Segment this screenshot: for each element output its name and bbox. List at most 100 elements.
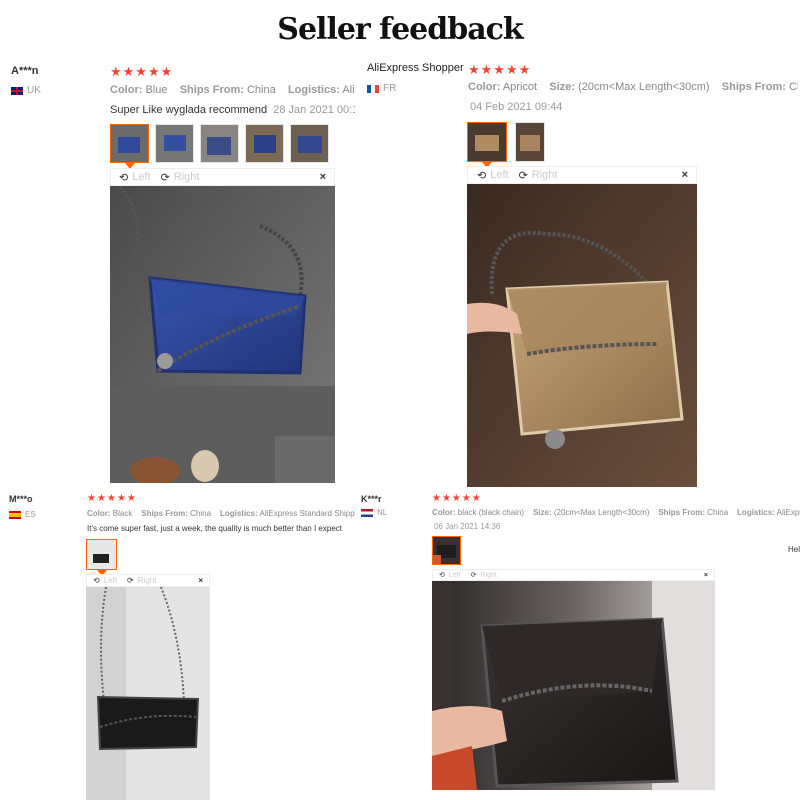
ships-value: China [190,509,212,518]
star-rating: ★★★★★ [468,62,532,77]
uk-flag-icon [11,86,23,95]
size-label: Size: [532,508,552,517]
star-rating: ★★★★★ [87,493,137,504]
size-value: (20cm<Max Length<30cm) [578,81,710,93]
photo-toolbar: ⟲ Left ⟳ Right × [86,574,210,587]
rotate-left-icon[interactable]: ⟲ [477,169,486,182]
ships-value: China [246,84,276,96]
thumbnail[interactable] [155,124,194,163]
logistics-value: AliExpress Standard Shippin [259,509,355,518]
rotate-left-icon[interactable]: ⟲ [93,576,100,585]
thumbnail[interactable] [515,122,545,162]
color-value: black (black chain) [457,508,525,517]
rotate-right-icon[interactable]: ⟳ [519,169,528,182]
review-card: A***n UK ★★★★★ Color: Blue Ships From: C… [0,58,360,483]
order-info: Color: Apricot Size: (20cm<Max Length<30… [468,81,798,93]
review-photo [467,184,697,487]
review-card: M***o ES ★★★★★ Color: Black Ships From: … [0,490,360,800]
reviewer-country: FR [367,83,396,94]
review-date: 06 Jan 2021 14:36 [434,522,501,531]
thumbnail[interactable] [200,124,239,163]
logistics-label: Logistics: [737,508,775,517]
nl-flag-icon [361,508,373,517]
color-label: Color: [110,84,143,96]
thumbnail[interactable] [86,539,117,576]
star-rating: ★★★★★ [110,64,174,79]
rotate-left-button[interactable]: Left [449,572,461,579]
ships-value: China [707,508,729,517]
close-icon[interactable]: × [320,171,326,183]
reviewer-name: K***r [361,494,382,504]
photo-toolbar: ⟲ Left ⟳ Right × [110,168,335,186]
review-comment: 04 Feb 2021 09:44 [470,101,790,113]
reviewer-country: ES [9,510,36,519]
thumbnail[interactable] [110,124,149,169]
review-date: 28 Jan 2021 00:10 [273,104,355,116]
review-card: AliExpress Shopper FR ★★★★★ Color: Apric… [360,58,800,488]
ships-label: Ships From: [721,81,786,93]
country-code: ES [25,510,36,519]
color-value: Apricot [502,81,538,93]
rotate-left-button[interactable]: Left [104,576,117,585]
close-icon[interactable]: × [198,576,203,585]
size-label: Size: [549,81,576,93]
review-comment: It's come super fast, just a week, the q… [87,524,342,533]
review-card: K***r NL ★★★★★ Color: black (black chain… [355,490,800,800]
color-value: Black [112,509,133,518]
photo-thumbnails [432,536,461,565]
rotate-right-icon[interactable]: ⟳ [471,571,477,579]
es-flag-icon [9,510,21,519]
review-comment: Super Like wyglada recommend 28 Jan 2021… [110,104,355,116]
photo-thumbnails [110,124,329,169]
logistics-label: Logistics: [287,84,340,96]
color-label: Color: [432,508,456,517]
size-value: (20cm<Max Length<30cm) [553,508,650,517]
review-date: 04 Feb 2021 09:44 [470,101,563,113]
logistics-value: AliExpre [342,84,355,96]
review-photo [86,587,210,800]
review-photo [432,581,715,790]
country-code: FR [383,83,397,94]
comment-text: Super Like wyglada recommend [110,104,268,116]
ships-value: China [789,81,798,93]
thumbnail[interactable] [467,122,507,168]
review-comment: 06 Jan 2021 14:36 [434,522,634,531]
order-info: Color: Blue Ships From: China Logistics:… [110,84,355,96]
star-rating: ★★★★★ [432,493,482,504]
logistics-value: AliExpress Standard [776,508,800,517]
rotate-right-button[interactable]: Right [532,169,558,181]
thumbnail[interactable] [432,536,461,565]
truncated-text: Hel [787,545,800,554]
ships-label: Ships From: [141,509,188,518]
country-code: NL [377,508,388,517]
close-icon[interactable]: × [682,169,688,181]
rotate-right-button[interactable]: Right [138,576,157,585]
reviewer-name: M***o [9,494,33,504]
close-icon[interactable]: × [704,572,708,579]
rotate-left-icon[interactable]: ⟲ [119,171,128,184]
rotate-left-button[interactable]: Left [132,171,150,183]
page-title: Seller feedback [277,12,523,47]
logistics-label: Logistics: [219,509,258,518]
color-value: Blue [145,84,168,96]
rotate-left-icon[interactable]: ⟲ [439,571,445,579]
rotate-right-button[interactable]: Right [174,171,200,183]
thumbnail[interactable] [290,124,329,163]
photo-toolbar: ⟲ Left ⟳ Right × [432,569,715,581]
color-label: Color: [87,509,111,518]
reviewer-country: UK [11,85,41,96]
rotate-left-button[interactable]: Left [490,169,508,181]
color-label: Color: [468,81,501,93]
rotate-right-button[interactable]: Right [480,572,496,579]
ships-label: Ships From: [658,508,706,517]
reviewer-name: AliExpress Shopper [367,62,464,74]
rotate-right-icon[interactable]: ⟳ [161,171,170,184]
photo-thumbnails [467,122,545,168]
rotate-right-icon[interactable]: ⟳ [127,576,134,585]
reviewer-name: A***n [11,65,39,77]
reviewer-country: NL [361,508,387,517]
photo-thumbnails [86,539,117,576]
review-photo [110,186,335,483]
thumbnail[interactable] [245,124,284,163]
country-code: UK [27,85,41,96]
